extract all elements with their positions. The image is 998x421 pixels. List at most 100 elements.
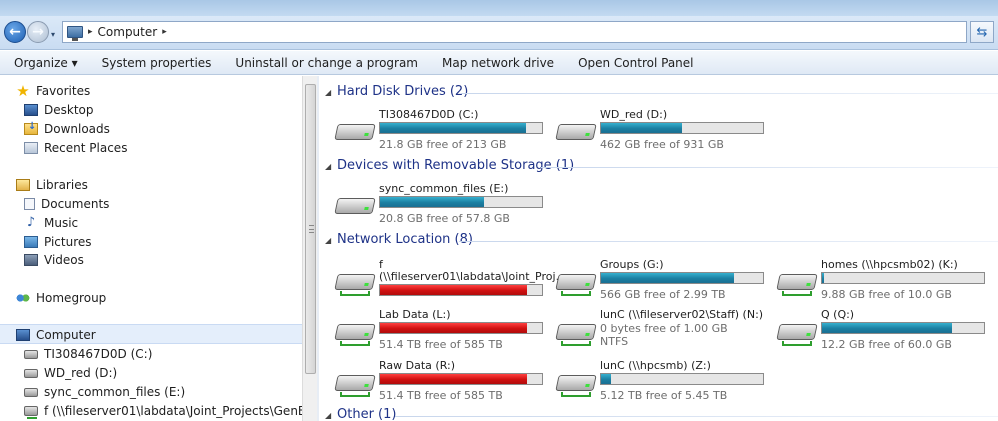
nav-desktop[interactable]: Desktop xyxy=(24,101,94,119)
breadcrumb-chevron-icon[interactable]: ▸ xyxy=(162,27,167,37)
drive-tile-n[interactable]: lunC (\\fileserver02\Staff) (N:) 0 bytes … xyxy=(555,308,765,352)
nav-drive-c[interactable]: TI308467D0D (C:) xyxy=(24,345,152,363)
open-control-panel-button[interactable]: Open Control Panel xyxy=(566,56,705,70)
organize-button[interactable]: Organize ▾ xyxy=(0,56,90,70)
drive-tile-k[interactable]: homes (\\hpcsmb02) (K:) 9.88 GB free of 1… xyxy=(776,258,986,302)
network-connector xyxy=(561,392,591,397)
drive-name: lunC (\\fileserver02\Staff) (N:) xyxy=(600,308,764,321)
capacity-bar xyxy=(379,284,543,296)
drive-tile-g[interactable]: Groups (G:) 566 GB free of 2.99 TB xyxy=(555,258,765,302)
drive-tile-r[interactable]: Raw Data (R:) 51.4 TB free of 585 TB xyxy=(334,359,544,403)
star-icon: ★ xyxy=(16,82,30,100)
drive-name: lunC (\\hpcsmb) (Z:) xyxy=(600,359,711,372)
nav-pictures[interactable]: Pictures xyxy=(24,233,92,251)
breadcrumb-chevron-icon[interactable]: ▸ xyxy=(88,27,93,37)
drive-name: Groups (G:) xyxy=(600,258,664,271)
nav-downloads[interactable]: Downloads xyxy=(24,120,110,138)
arrow-left-icon: ← xyxy=(9,24,21,40)
drive-name: Lab Data (L:) xyxy=(379,308,451,321)
forward-button[interactable]: → xyxy=(27,21,49,43)
nav-drive-e[interactable]: sync_common_files (E:) xyxy=(24,383,185,401)
capacity-fill xyxy=(380,285,528,295)
nav-libraries[interactable]: Libraries xyxy=(16,176,88,194)
drive-tile-e[interactable]: sync_common_files (E:) 20.8 GB free of 57… xyxy=(334,182,544,226)
collapse-triangle-icon[interactable]: ◢ xyxy=(325,162,331,171)
network-drive-icon xyxy=(776,316,818,346)
drive-tile-q[interactable]: Q (Q:) 12.2 GB free of 60.0 GB xyxy=(776,308,986,352)
drive-path: (\\fileserver01\labdata\Joint_Proj... xyxy=(379,270,567,283)
capacity-fill xyxy=(822,323,952,333)
network-connector xyxy=(782,291,812,296)
collapse-triangle-icon[interactable]: ◢ xyxy=(325,411,331,420)
computer-icon xyxy=(16,329,30,341)
network-drive-icon xyxy=(555,266,597,296)
drive-tile-z[interactable]: lunC (\\hpcsmb) (Z:) 5.12 TB free of 5.45… xyxy=(555,359,765,403)
nav-label: Libraries xyxy=(36,178,88,192)
nav-pane-scrollbar[interactable] xyxy=(302,76,317,421)
drive-tile-f[interactable]: f (\\fileserver01\labdata\Joint_Proj... xyxy=(334,258,566,302)
drive-body xyxy=(776,324,818,340)
drive-body xyxy=(555,324,597,340)
music-icon: ♪ xyxy=(26,215,36,230)
network-drive-icon xyxy=(555,316,597,346)
drive-body xyxy=(334,274,376,290)
drive-free-space: 20.8 GB free of 57.8 GB xyxy=(379,212,510,225)
network-connector xyxy=(340,341,370,346)
nav-homegroup[interactable]: Homegroup xyxy=(16,289,106,307)
nav-label: Computer xyxy=(36,328,96,342)
address-bar[interactable]: ▸ Computer ▸ xyxy=(62,21,967,43)
nav-recent-places[interactable]: Recent Places xyxy=(24,139,127,157)
nav-label: Documents xyxy=(41,197,110,211)
refresh-icon: ⇆ xyxy=(976,24,988,40)
hard-drive-icon xyxy=(334,190,376,220)
nav-label: sync_common_files (E:) xyxy=(44,385,186,399)
drive-tile-l[interactable]: Lab Data (L:) 51.4 TB free of 585 TB xyxy=(334,308,544,352)
nav-label: WD_red (D:) xyxy=(44,366,118,380)
nav-videos[interactable]: Videos xyxy=(24,251,84,269)
uninstall-program-button[interactable]: Uninstall or change a program xyxy=(223,56,430,70)
group-title: Devices with Removable Storage (1) xyxy=(337,158,575,173)
drive-body xyxy=(334,198,376,214)
documents-icon xyxy=(24,198,35,210)
collapse-triangle-icon[interactable]: ◢ xyxy=(325,88,331,97)
group-network-location[interactable]: ◢ Network Location (8) xyxy=(319,231,998,251)
nav-documents[interactable]: Documents xyxy=(24,195,109,213)
nav-label: Pictures xyxy=(44,235,92,249)
group-title: Hard Disk Drives (2) xyxy=(337,84,469,99)
group-other[interactable]: ◢ Other (1) xyxy=(319,406,998,421)
nav-computer[interactable]: Computer xyxy=(16,326,96,344)
drive-tile-d[interactable]: WD_red (D:) 462 GB free of 931 GB xyxy=(555,108,765,152)
recent-places-icon xyxy=(24,142,38,154)
scrollbar-thumb[interactable] xyxy=(305,84,316,374)
back-button[interactable]: ← xyxy=(4,21,26,43)
recent-pages-dropdown-icon[interactable]: ▾ xyxy=(51,30,59,39)
capacity-bar xyxy=(821,272,985,284)
drive-free-space: 12.2 GB free of 60.0 GB xyxy=(821,338,952,351)
nav-drive-d[interactable]: WD_red (D:) xyxy=(24,364,117,382)
nav-music[interactable]: ♪ Music xyxy=(24,214,78,232)
drive-body xyxy=(334,375,376,391)
capacity-bar xyxy=(600,373,764,385)
hard-drive-icon xyxy=(334,116,376,146)
nav-favorites[interactable]: ★ Favorites xyxy=(16,82,90,100)
drive-tile-c[interactable]: TI308467D0D (C:) 21.8 GB free of 213 GB xyxy=(334,108,544,152)
drive-body xyxy=(555,124,597,140)
nav-drive-f[interactable]: f (\\fileserver01\labdata\Joint_Projects… xyxy=(24,402,302,420)
navigation-pane: ★ Favorites Desktop Downloads Recent Pla… xyxy=(0,76,302,421)
capacity-fill xyxy=(380,197,484,207)
drive-free-space: 21.8 GB free of 213 GB xyxy=(379,138,507,151)
group-removable-storage[interactable]: ◢ Devices with Removable Storage (1) xyxy=(319,157,998,177)
map-network-drive-button[interactable]: Map network drive xyxy=(430,56,566,70)
drive-free-space: 0 bytes free of 1.00 GB xyxy=(600,322,728,335)
collapse-triangle-icon[interactable]: ◢ xyxy=(325,236,331,245)
refresh-button[interactable]: ⇆ xyxy=(970,21,994,43)
drive-free-space: 9.88 GB free of 10.0 GB xyxy=(821,288,952,301)
system-properties-button[interactable]: System properties xyxy=(90,56,224,70)
capacity-fill xyxy=(822,273,824,283)
group-hard-disk-drives[interactable]: ◢ Hard Disk Drives (2) xyxy=(319,83,998,103)
capacity-bar xyxy=(379,122,543,134)
nav-label: f (\\fileserver01\labdata\Joint_Projects… xyxy=(44,404,302,418)
nav-label: Homegroup xyxy=(36,291,107,305)
capacity-bar xyxy=(821,322,985,334)
breadcrumb-computer[interactable]: Computer xyxy=(98,25,158,39)
